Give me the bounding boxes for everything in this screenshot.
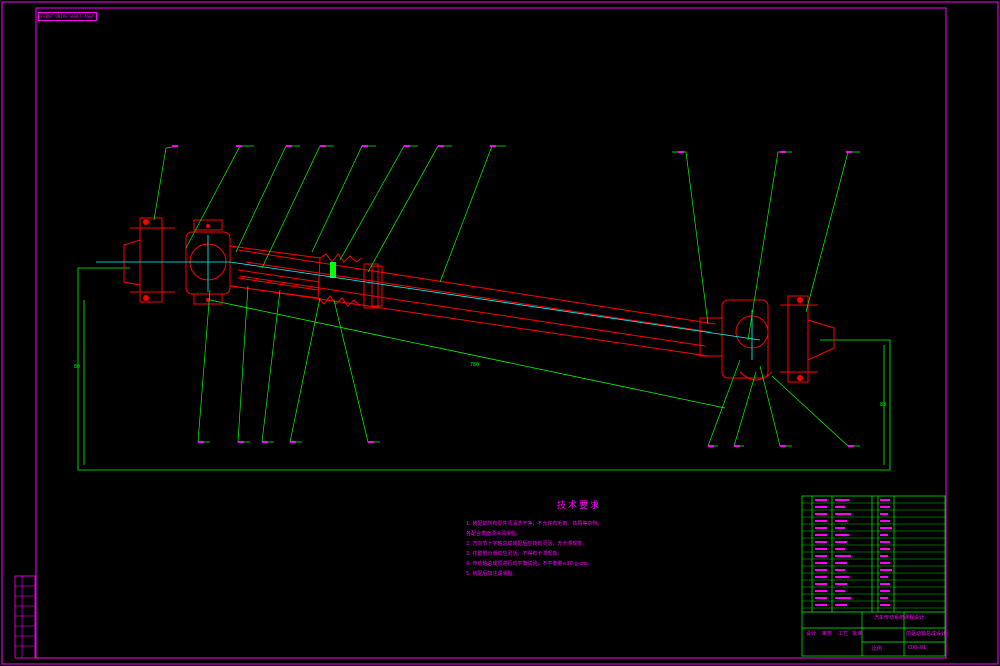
right-flange xyxy=(787,295,809,383)
note-item: 1. 装配前所有零件须清洗干净，不允许有毛刺、铁屑等杂物， xyxy=(466,521,603,527)
fastener-dots xyxy=(143,219,803,381)
notes-list: 1. 装配前所有零件须清洗干净，不允许有毛刺、铁屑等杂物， 各配合表面须涂润滑脂… xyxy=(466,519,676,579)
title-block-sign-4: 批准 xyxy=(852,631,863,637)
boot-clamp-highlight xyxy=(330,262,336,278)
title-block-drawing-number: CDQ-01 xyxy=(908,645,927,651)
title-block-scale: 比例 xyxy=(872,646,883,652)
balloon-label-marks xyxy=(172,145,854,447)
parts-list-entries xyxy=(815,499,892,606)
title-block-sign-2: 审核 xyxy=(822,631,833,637)
shaft-centerline xyxy=(96,235,761,360)
right-u-joint xyxy=(721,299,769,379)
notes-title: 技术要求 xyxy=(556,501,601,511)
note-item: 5. 装配后加注润滑脂。 xyxy=(466,571,518,577)
note-item: 3. 花键部分滑动应灵活，不得有卡滞现象。 xyxy=(466,551,563,557)
title-block-sign-3: 工艺 xyxy=(838,631,849,637)
note-item: 4. 传动轴总成须进行动平衡试验，不平衡量≤30 g·cm。 xyxy=(466,561,592,567)
left-flange xyxy=(139,217,163,303)
title-block-caption: 前驱动轴总成设计 xyxy=(906,631,947,637)
left-margin-strip xyxy=(14,575,36,659)
technical-requirements: 技术要求 1. 装配前所有零件须清洗干净，不允许有毛刺、铁屑等杂物， 各配合表面… xyxy=(466,498,676,579)
leader-lines xyxy=(153,145,860,447)
dimension-length-text: 780 xyxy=(470,362,479,368)
drive-shaft-assembly xyxy=(123,217,835,383)
note-item: 各配合表面须涂润滑脂。 xyxy=(466,531,522,537)
spline-sleeve xyxy=(229,245,321,299)
title-block-sign-1: 设计 xyxy=(806,631,817,637)
corner-reference-tag: FRONT DRIVE SHAFT ASSY xyxy=(38,12,97,21)
dimension-right-text: 88 xyxy=(880,402,886,408)
note-item: 2. 万向节十字轴总成装配后应转动灵活，无卡滞现象。 xyxy=(466,541,588,547)
dimension-left-text: 80 xyxy=(74,364,80,370)
title-block-school: 汽车传动系统课程设计 xyxy=(874,615,925,621)
